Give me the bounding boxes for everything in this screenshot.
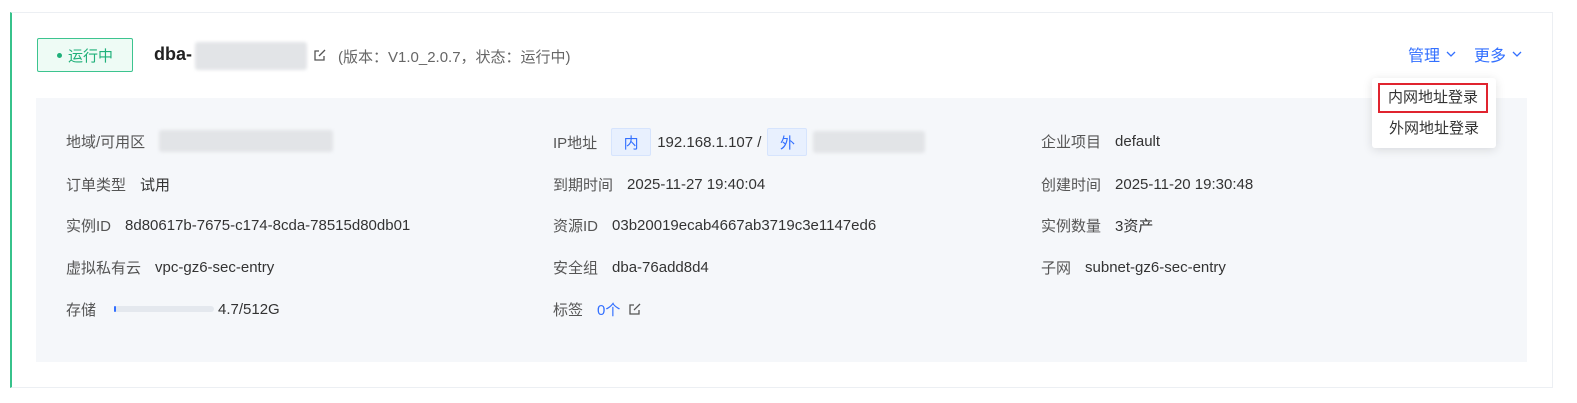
project-label: 企业项目: [1041, 133, 1102, 151]
expire-field: 到期时间 2025-11-27 19:40:04: [553, 172, 765, 196]
vpc-label: 虚拟私有云: [66, 259, 142, 277]
more-menu-button[interactable]: 更多: [1474, 42, 1522, 66]
region-field: 地域/可用区: [66, 129, 334, 153]
storage-value: 4.7/512G: [218, 300, 280, 318]
dropdown-item-private-login[interactable]: 内网地址登录: [1378, 83, 1488, 113]
chevron-down-icon: [1446, 51, 1456, 57]
ip-field: IP地址 内 192.168.1.107 / 外: [553, 127, 926, 157]
storage-label: 存储: [66, 301, 97, 319]
outer-ip-redacted: [813, 131, 926, 153]
created-field: 创建时间 2025-11-20 19:30:48: [1041, 172, 1253, 196]
security-group-value: dba-76add8d4: [612, 258, 709, 276]
inner-ip-value: 192.168.1.107 /: [657, 133, 762, 151]
more-label: 更多: [1474, 48, 1507, 65]
status-label: 运行中: [67, 47, 113, 65]
manage-dropdown-menu: 内网地址登录 外网地址登录: [1372, 78, 1496, 148]
instance-name-redacted: [195, 42, 307, 70]
security-group-field: 安全组 dba-76add8d4: [553, 255, 709, 279]
tags-field: 标签 0个: [553, 297, 642, 321]
instance-id-label: 实例ID: [66, 217, 112, 235]
region-redacted: [159, 130, 334, 152]
ip-label: IP地址: [553, 134, 598, 152]
expire-value: 2025-11-27 19:40:04: [627, 175, 766, 193]
subnet-label: 子网: [1041, 259, 1072, 277]
resource-id-value: 03b20019ecab4667ab3719c3e1147ed6: [612, 216, 877, 234]
project-field: 企业项目 default: [1041, 129, 1160, 153]
resource-id-field: 资源ID 03b20019ecab4667ab3719c3e1147ed6: [553, 213, 876, 237]
instance-id-field: 实例ID 8d80617b-7675-c174-8cda-78515d80db0…: [66, 213, 410, 237]
expire-label: 到期时间: [553, 176, 614, 194]
version-info: (版本：V1.0_2.0.7，状态：运行中): [338, 49, 571, 66]
instance-count-label: 实例数量: [1041, 217, 1102, 235]
security-group-label: 安全组: [553, 259, 599, 277]
dropdown-item-public-login[interactable]: 外网地址登录: [1372, 115, 1496, 143]
inner-ip-tag: 内: [611, 128, 652, 156]
subnet-value: subnet-gz6-sec-entry: [1085, 258, 1226, 276]
storage-field: 存储 4.7/512G: [66, 297, 280, 321]
order-type-value: 试用: [140, 176, 171, 194]
subnet-field: 子网 subnet-gz6-sec-entry: [1041, 255, 1226, 279]
edit-name-icon[interactable]: [313, 48, 327, 62]
manage-menu-button[interactable]: 管理: [1408, 42, 1456, 66]
instance-id-value: 8d80617b-7675-c174-8cda-78515d80db01: [125, 216, 411, 234]
status-dot-icon: [56, 52, 62, 58]
vpc-value: vpc-gz6-sec-entry: [155, 258, 275, 276]
created-label: 创建时间: [1041, 176, 1102, 194]
chevron-down-icon: [1512, 51, 1522, 57]
instance-count-value: 3资产: [1115, 217, 1154, 235]
created-value: 2025-11-20 19:30:48: [1115, 175, 1254, 193]
instance-name: dba-: [154, 44, 192, 64]
edit-tags-icon[interactable]: [628, 302, 642, 316]
tags-count-link[interactable]: 0个: [597, 299, 620, 320]
status-badge: 运行中: [37, 38, 133, 72]
manage-label: 管理: [1408, 48, 1441, 65]
storage-progress-fill: [114, 306, 117, 312]
storage-progress-bar: [114, 306, 215, 312]
region-label: 地域/可用区: [66, 133, 146, 151]
instance-count-field: 实例数量 3资产: [1041, 213, 1153, 237]
resource-id-label: 资源ID: [553, 217, 599, 235]
project-value: default: [1115, 132, 1161, 150]
outer-ip-tag: 外: [767, 128, 808, 156]
tags-label: 标签: [553, 301, 584, 319]
order-type-field: 订单类型 试用: [66, 172, 170, 196]
order-type-label: 订单类型: [66, 176, 127, 194]
vpc-field: 虚拟私有云 vpc-gz6-sec-entry: [66, 255, 274, 279]
